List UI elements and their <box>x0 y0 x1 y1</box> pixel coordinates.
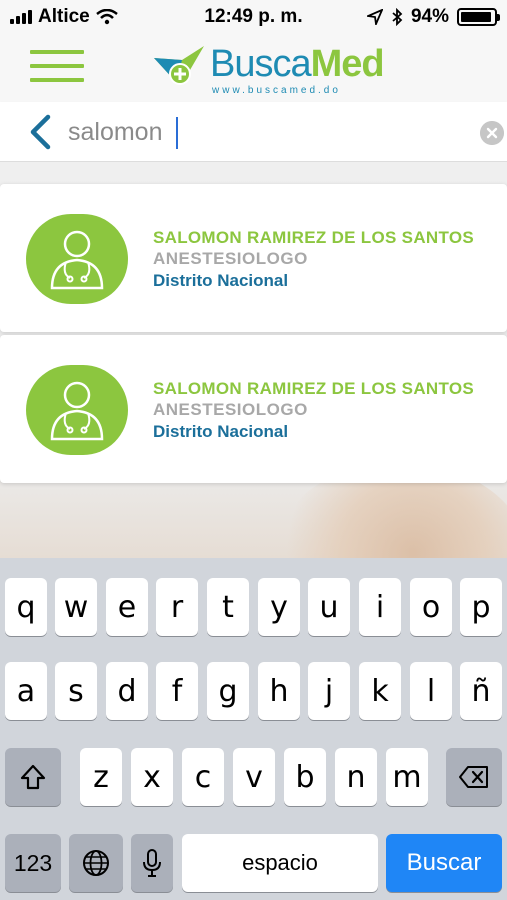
key-n[interactable]: n <box>335 748 377 806</box>
key-v[interactable]: v <box>233 748 275 806</box>
doctor-avatar-icon <box>26 365 128 455</box>
battery-icon <box>457 8 500 26</box>
globe-icon <box>83 850 109 876</box>
search-key[interactable]: Buscar <box>386 834 502 892</box>
doctor-result-card[interactable]: SALOMON RAMIREZ DE LOS SANTOS ANESTESIOL… <box>0 335 507 483</box>
app-header: BuscaMed www.buscamed.do <box>0 34 507 102</box>
key-u[interactable]: u <box>308 578 350 636</box>
clear-icon[interactable] <box>480 121 504 145</box>
key-a[interactable]: a <box>5 662 47 720</box>
key-y[interactable]: y <box>258 578 300 636</box>
doctor-specialty: ANESTESIOLOGO <box>153 400 308 419</box>
backspace-icon <box>459 766 488 788</box>
key-k[interactable]: k <box>359 662 401 720</box>
key-f[interactable]: f <box>156 662 198 720</box>
buscamed-logo: BuscaMed www.buscamed.do <box>152 42 385 98</box>
shift-key[interactable] <box>5 748 61 806</box>
key-q[interactable]: q <box>5 578 47 636</box>
doctor-result-card[interactable]: SALOMON RAMIREZ DE LOS SANTOS ANESTESIOL… <box>0 184 507 332</box>
hamburger-menu-icon[interactable] <box>30 50 84 84</box>
text-caret <box>176 117 178 149</box>
doctor-specialty: ANESTESIOLOGO <box>153 249 308 268</box>
key-r[interactable]: r <box>156 578 198 636</box>
key-g[interactable]: g <box>207 662 249 720</box>
key-o[interactable]: o <box>410 578 452 636</box>
microphone-icon <box>143 849 161 877</box>
key-z[interactable]: z <box>80 748 122 806</box>
key-h[interactable]: h <box>258 662 300 720</box>
logo-url: www.buscamed.do <box>212 85 341 96</box>
key-p[interactable]: p <box>460 578 502 636</box>
logo-mark-icon <box>154 46 204 85</box>
microphone-key[interactable] <box>131 834 173 892</box>
key-i[interactable]: i <box>359 578 401 636</box>
doctor-name: SALOMON RAMIREZ DE LOS SANTOS <box>153 228 475 247</box>
doctor-name: SALOMON RAMIREZ DE LOS SANTOS <box>153 379 475 398</box>
key-l[interactable]: l <box>410 662 452 720</box>
key-x[interactable]: x <box>131 748 173 806</box>
key-t[interactable]: t <box>207 578 249 636</box>
keyboard: q w e r t y u i o p a s d f g h j k l ñ … <box>0 558 507 900</box>
bluetooth-icon <box>392 8 403 26</box>
doctor-avatar-icon <box>26 214 128 304</box>
key-m[interactable]: m <box>386 748 428 806</box>
location-arrow-icon <box>366 9 383 25</box>
back-chevron-icon[interactable] <box>26 114 56 150</box>
status-bar: Altice 12:49 p. m. 94% <box>0 0 507 34</box>
space-key[interactable]: espacio <box>182 834 378 892</box>
doctor-location: Distrito Nacional <box>153 271 289 290</box>
key-b[interactable]: b <box>284 748 326 806</box>
key-n-tilde[interactable]: ñ <box>460 662 502 720</box>
doctor-location: Distrito Nacional <box>153 422 289 441</box>
key-e[interactable]: e <box>106 578 148 636</box>
key-w[interactable]: w <box>55 578 97 636</box>
shift-icon <box>20 764 46 790</box>
backspace-key[interactable] <box>446 748 502 806</box>
battery-percent: 94% <box>410 6 449 27</box>
numbers-key[interactable]: 123 <box>5 834 61 892</box>
logo-wordmark: BuscaMed <box>210 43 385 85</box>
key-c[interactable]: c <box>182 748 224 806</box>
logo-busca: Busca <box>210 43 312 85</box>
status-right: 94% <box>366 6 500 28</box>
key-d[interactable]: d <box>106 662 148 720</box>
key-s[interactable]: s <box>55 662 97 720</box>
search-input[interactable] <box>68 112 468 152</box>
search-bar <box>0 102 507 162</box>
key-j[interactable]: j <box>308 662 350 720</box>
logo-med: Med <box>310 43 385 85</box>
globe-key[interactable] <box>69 834 123 892</box>
